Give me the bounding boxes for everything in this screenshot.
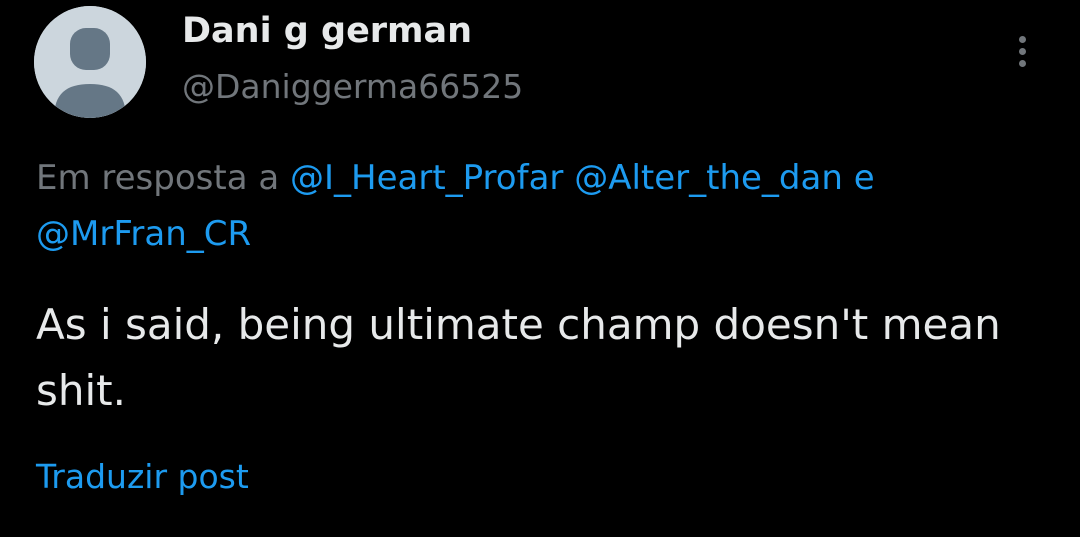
more-dot	[1019, 48, 1026, 55]
reply-context: Em resposta a @I_Heart_Profar @Alter_the…	[36, 150, 1046, 262]
default-profile-avatar-icon	[34, 6, 146, 118]
reply-prefix: Em resposta a	[36, 158, 290, 198]
translate-post-link[interactable]: Traduzir post	[36, 454, 249, 500]
author-handle[interactable]: @Daniggerma66525	[182, 64, 523, 110]
mention-link[interactable]: @MrFran_CR	[36, 214, 251, 254]
more-dot	[1019, 36, 1026, 43]
mention-separator: e	[842, 158, 875, 198]
more-options-button[interactable]	[1003, 30, 1043, 74]
author-display-name[interactable]: Dani g german	[182, 8, 472, 54]
more-dot	[1019, 60, 1026, 67]
mention-link[interactable]: @Alter_the_dan	[574, 158, 843, 198]
mention-separator	[563, 158, 574, 198]
mention-link[interactable]: @I_Heart_Profar	[290, 158, 563, 198]
avatar[interactable]	[34, 6, 146, 118]
post-text: As i said, being ultimate champ doesn't …	[36, 300, 1001, 415]
